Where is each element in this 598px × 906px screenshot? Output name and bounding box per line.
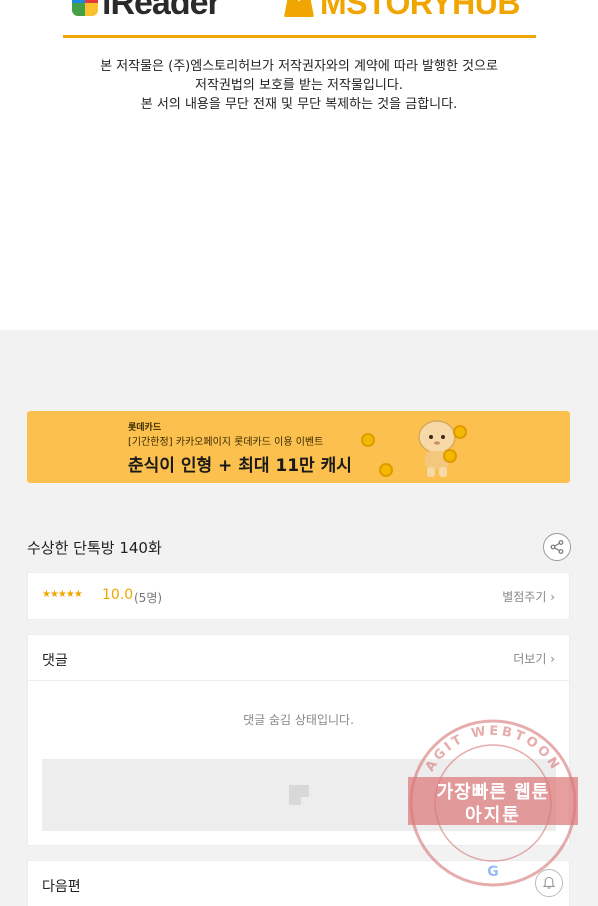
image-placeholder-icon <box>289 785 309 805</box>
logo-divider <box>63 35 536 38</box>
promo-banner[interactable]: 롯데카드 [기간한정] 카카오페이지 롯데카드 이용 이벤트 춘식이 인형 + … <box>27 411 570 483</box>
next-episode-title: 다음편 <box>42 879 81 895</box>
ireader-logo-text: iReader <box>102 0 221 22</box>
copyright-line-1: 본 저작물은 (주)엠스토리허브가 저작권자와의 계약에 따라 발행한 것으로 <box>100 59 498 74</box>
episode-title: 수상한 단톡방 140화 <box>27 539 162 557</box>
comments-title: 댓글 <box>42 653 68 669</box>
star-rating-icon: ★★★★★ <box>42 589 83 600</box>
notification-button[interactable] <box>535 869 563 897</box>
coin-icon <box>379 463 393 477</box>
mstoryhub-logo-icon <box>284 0 314 17</box>
comments-more-button[interactable]: 더보기 › <box>513 650 555 667</box>
banner-subtitle: [기간한정] 카카오페이지 롯데카드 이용 이벤트 <box>128 437 324 448</box>
ireader-logo: iReader <box>72 0 221 22</box>
choonsik-character-icon <box>418 420 456 477</box>
coin-icon <box>443 449 457 463</box>
banner-headline: 춘식이 인형 + 최대 11만 캐시 <box>128 456 352 476</box>
share-button[interactable] <box>543 533 571 561</box>
copyright-notice: 본 저작물은 (주)엠스토리허브가 저작권자와의 계약에 따라 발행한 것으로 … <box>0 57 598 114</box>
watermark-line-2: 아지툰 <box>465 805 521 826</box>
share-icon <box>550 540 564 554</box>
mstoryhub-logo: MSTORYHUB <box>284 0 520 21</box>
rate-button[interactable]: 별점주기 › <box>502 588 555 605</box>
comments-hidden-notice: 댓글 숨김 상태입니다. <box>243 713 354 727</box>
rating-card: ★★★★★ 10.0 (5명) 별점주기 › <box>27 572 570 620</box>
comments-header: 댓글 더보기 › <box>28 635 569 681</box>
rating-count: (5명) <box>134 591 163 605</box>
rating-value: 10.0 <box>102 587 134 603</box>
copyright-line-3: 본 서의 내용을 무단 전재 및 무단 복제하는 것을 금합니다. <box>140 97 458 112</box>
coin-icon <box>453 425 467 439</box>
next-episode-card[interactable]: 다음편 <box>27 860 570 906</box>
bell-icon <box>542 876 556 889</box>
copyright-line-2: 저작권법의 보호를 받는 저작물입니다. <box>195 78 403 93</box>
mstoryhub-logo-text: MSTORYHUB <box>320 0 520 21</box>
banner-brand: 롯데카드 <box>128 423 162 433</box>
coin-icon <box>361 433 375 447</box>
copyright-section: iReader MSTORYHUB 본 저작물은 (주)엠스토리허브가 저작권자… <box>0 0 598 330</box>
ireader-logo-icon <box>72 0 98 16</box>
